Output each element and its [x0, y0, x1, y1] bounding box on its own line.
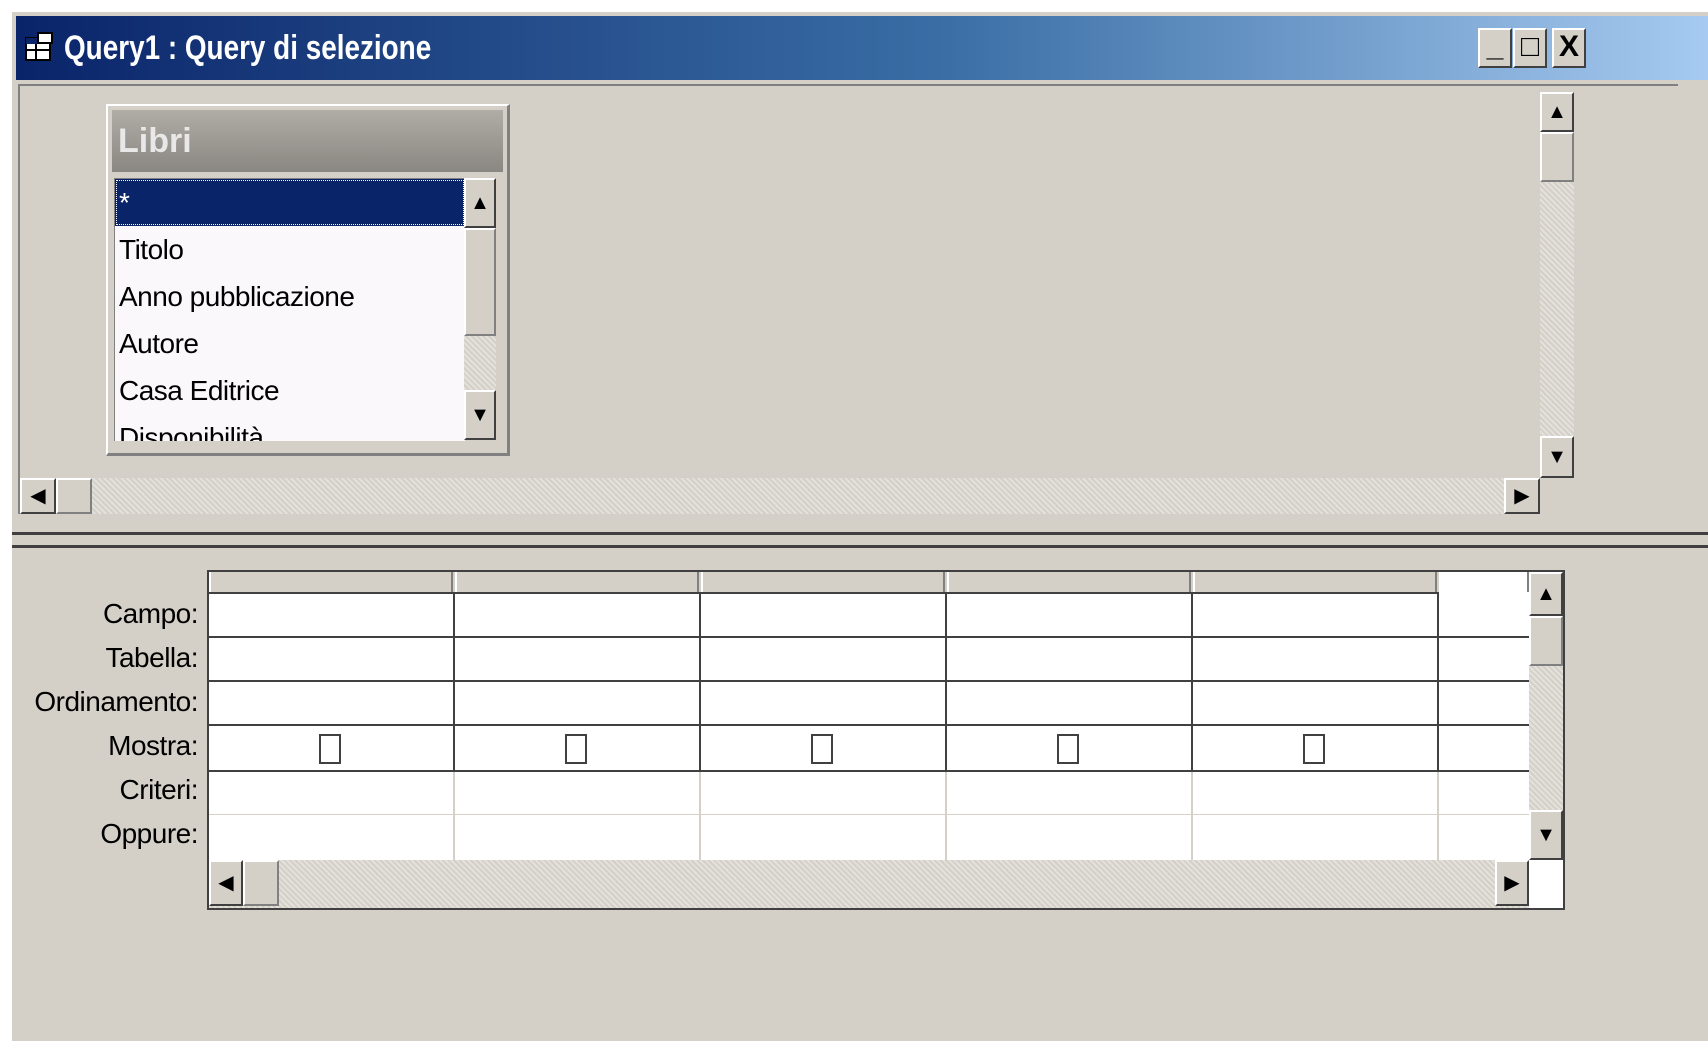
grid-line	[1191, 772, 1193, 862]
arrow-up-icon[interactable]: ▲	[1540, 92, 1574, 132]
grid-line	[209, 724, 1529, 726]
grid-line	[453, 772, 455, 862]
row-label-oppure: Oppure:	[100, 818, 198, 849]
grid-line	[1191, 594, 1193, 772]
arrow-left-icon[interactable]: ◀	[20, 478, 56, 514]
column-selector[interactable]	[209, 572, 453, 592]
arrow-down-icon[interactable]: ▼	[1540, 436, 1574, 478]
grid-line	[1437, 594, 1439, 772]
grid-line	[699, 772, 701, 862]
field-item-disponibilita[interactable]: Disponibilità	[115, 414, 465, 441]
grid-line	[945, 772, 947, 862]
field-item-casa-editrice[interactable]: Casa Editrice	[115, 367, 465, 414]
arrow-up-icon[interactable]: ▲	[1529, 572, 1563, 616]
mostra-checkbox[interactable]	[1303, 734, 1325, 764]
field-item-anno-pubblicazione[interactable]: Anno pubblicazione	[115, 273, 465, 320]
field-list-title[interactable]: Libri	[112, 110, 503, 172]
window-title: Query1 : Query di selezione	[64, 29, 432, 67]
query-window-icon	[25, 32, 53, 61]
arrow-right-icon[interactable]: ▶	[1495, 860, 1529, 906]
row-label-ordinamento: Ordinamento:	[34, 686, 198, 717]
query-design-grid[interactable]: ▲ ▼ ◀ ▶	[207, 570, 1565, 910]
mostra-checkbox[interactable]	[811, 734, 833, 764]
grid-line	[209, 680, 1529, 682]
field-item-all[interactable]: *	[115, 179, 465, 226]
mostra-checkbox[interactable]	[319, 734, 341, 764]
grid-vertical-scrollbar[interactable]: ▲ ▼	[1529, 572, 1563, 860]
field-list-scrollbar[interactable]: ▲ ▼	[464, 178, 496, 440]
grid-line	[453, 594, 455, 772]
field-list-items[interactable]: * Titolo Anno pubblicazione Autore Casa …	[114, 178, 465, 441]
arrow-right-icon[interactable]: ▶	[1504, 478, 1540, 514]
grid-horizontal-scrollbar[interactable]: ◀ ▶	[209, 860, 1529, 908]
arrow-left-icon[interactable]: ◀	[209, 860, 243, 906]
close-button[interactable]: X	[1552, 28, 1586, 68]
column-selector[interactable]	[947, 572, 1191, 592]
grid-line	[699, 594, 701, 772]
row-label-criteri: Criteri:	[119, 774, 199, 805]
grid-column-selectors[interactable]	[209, 572, 1529, 594]
arrow-up-icon[interactable]: ▲	[464, 178, 496, 228]
mostra-checkbox[interactable]	[565, 734, 587, 764]
table-pane-vertical-scrollbar[interactable]: ▲ ▼	[1540, 92, 1574, 478]
table-pane-horizontal-scrollbar[interactable]: ◀ ▶	[20, 478, 1540, 514]
grid-line	[945, 594, 947, 772]
grid-line	[209, 636, 1529, 638]
grid-line	[209, 814, 1529, 815]
scroll-thumb[interactable]	[243, 860, 279, 906]
maximize-button[interactable]: □	[1513, 28, 1547, 68]
pane-splitter[interactable]	[12, 532, 1708, 548]
mostra-checkbox[interactable]	[1057, 734, 1079, 764]
row-label-mostra: Mostra:	[108, 730, 198, 761]
scroll-thumb[interactable]	[1529, 616, 1563, 666]
scroll-thumb[interactable]	[464, 228, 496, 336]
column-selector[interactable]	[1439, 572, 1529, 592]
field-item-titolo[interactable]: Titolo	[115, 226, 465, 273]
column-selector[interactable]	[701, 572, 945, 592]
arrow-down-icon[interactable]: ▼	[464, 390, 496, 440]
grid-row-labels: Campo: Tabella: Ordinamento: Mostra: Cri…	[12, 592, 202, 856]
scroll-thumb[interactable]	[56, 478, 92, 514]
column-selector[interactable]	[1193, 572, 1437, 592]
field-list-libri[interactable]: Libri * Titolo Anno pubblicazione Autore…	[106, 104, 510, 456]
query-window: Query1 : Query di selezione _ □ X ▲ ▼ ◀ …	[10, 10, 1708, 1041]
arrow-down-icon[interactable]: ▼	[1529, 810, 1563, 860]
grid-line	[209, 770, 1529, 772]
field-item-autore[interactable]: Autore	[115, 320, 465, 367]
minimize-button[interactable]: _	[1478, 28, 1512, 68]
column-selector[interactable]	[455, 572, 699, 592]
row-label-campo: Campo:	[102, 598, 199, 629]
title-bar[interactable]: Query1 : Query di selezione _ □ X	[16, 16, 1708, 80]
row-label-tabella: Tabella:	[105, 642, 198, 673]
scroll-thumb[interactable]	[1540, 132, 1574, 182]
grid-line	[1437, 772, 1439, 862]
